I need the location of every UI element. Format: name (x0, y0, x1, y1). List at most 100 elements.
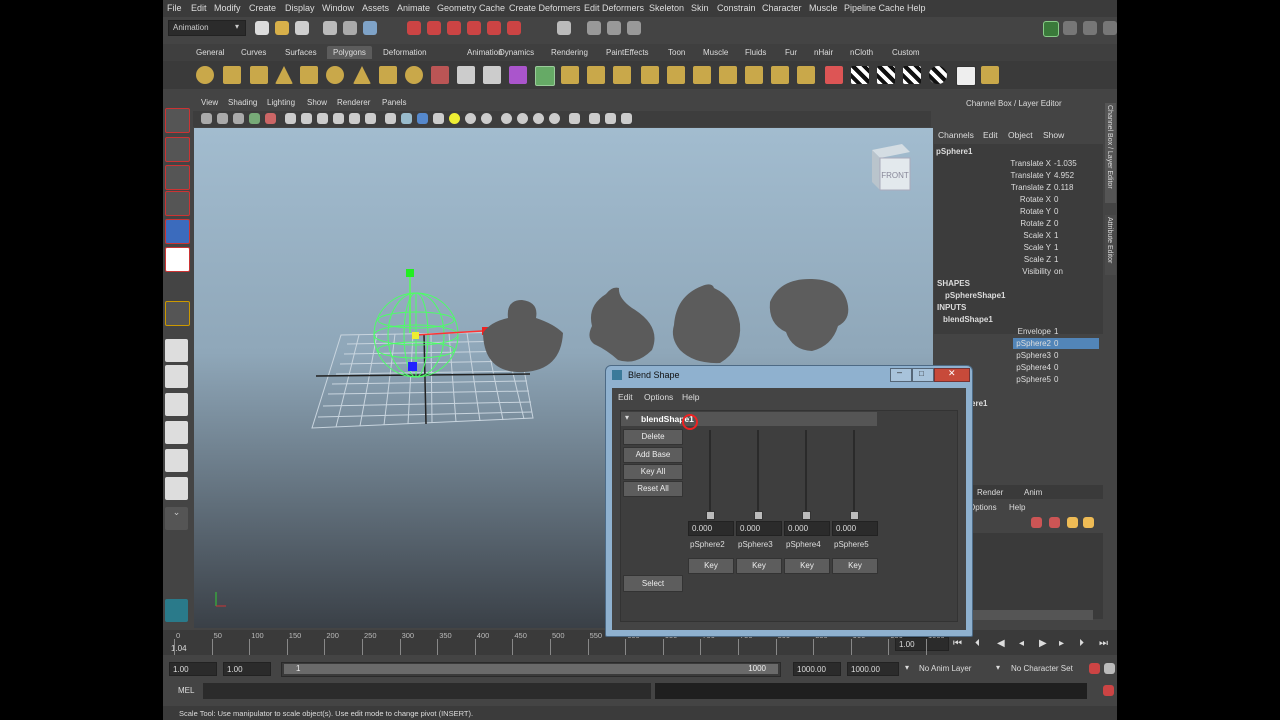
tab-fur[interactable]: Fur (779, 46, 803, 59)
scale-handle-center[interactable] (412, 332, 419, 339)
bridge-icon[interactable] (587, 66, 605, 84)
tab-dynamics[interactable]: Dynamics (493, 46, 540, 59)
menu-display[interactable]: Display (285, 3, 315, 13)
scale-handle-y[interactable] (406, 269, 414, 277)
menu-file[interactable]: File (167, 3, 182, 13)
animation-preferences-icon[interactable] (1104, 663, 1115, 674)
layer-tab-render[interactable]: Render (977, 488, 1003, 497)
attribute-editor-toggle-icon[interactable] (1063, 21, 1077, 35)
snap-surface-icon[interactable] (487, 21, 501, 35)
safe-action-icon[interactable] (365, 113, 376, 124)
key-button[interactable]: Key (688, 558, 734, 574)
persp-outliner-layout-icon[interactable] (165, 449, 188, 472)
minimize-button[interactable]: – (890, 367, 912, 382)
layer-tab-anim[interactable]: Anim (1024, 488, 1042, 497)
wedge-icon[interactable] (797, 66, 815, 84)
panel-menu-view[interactable]: View (201, 98, 218, 107)
render-settings-icon[interactable] (627, 21, 641, 35)
menu-animate[interactable]: Animate (397, 3, 430, 13)
mirror-icon[interactable] (825, 66, 843, 84)
auto-key-icon[interactable] (1089, 663, 1100, 674)
snap-grid-icon[interactable] (407, 21, 421, 35)
panel-menu-shading[interactable]: Shading (228, 98, 257, 107)
menu-skeleton[interactable]: Skeleton (649, 3, 684, 13)
single-pane-layout-icon[interactable] (165, 339, 188, 362)
reset-all-button[interactable]: Reset All (623, 481, 683, 497)
collapse-icon[interactable] (771, 66, 789, 84)
weight-slider-track[interactable] (805, 430, 807, 514)
input-attr-value[interactable]: 0 (1054, 363, 1058, 372)
offset-edge-loop-icon[interactable] (693, 66, 711, 84)
uv-editor-icon[interactable] (956, 66, 976, 86)
ipr-render-icon[interactable] (607, 21, 621, 35)
key-all-button[interactable]: Key All (623, 464, 683, 480)
start-time-field[interactable]: 1.00 (169, 662, 217, 676)
camera-select-icon[interactable] (201, 113, 212, 124)
rotate-tool-icon[interactable] (165, 219, 190, 244)
target-shape-psphere2[interactable] (483, 300, 563, 373)
channel-attr-name[interactable]: Translate X (993, 159, 1051, 168)
anim-layer-selector[interactable]: No Anim Layer (919, 664, 971, 673)
layer-order-icon[interactable] (1083, 517, 1094, 528)
side-tab-channel-box[interactable]: Channel Box / Layer Editor (1105, 103, 1116, 203)
channel-attr-value[interactable]: 1 (1054, 243, 1058, 252)
tab-polygons[interactable]: Polygons (327, 46, 372, 59)
select-component-icon[interactable] (363, 21, 377, 35)
input-attr-value[interactable]: 0 (1054, 339, 1058, 348)
field-chart-icon[interactable] (349, 113, 360, 124)
uv-cylindrical-icon[interactable] (877, 66, 895, 84)
shadows-icon[interactable] (465, 113, 476, 124)
dialog-menu-edit[interactable]: Edit (618, 392, 633, 402)
tab-fluids[interactable]: Fluids (739, 46, 772, 59)
menu-assets[interactable]: Assets (362, 3, 389, 13)
channel-attr-value[interactable]: 0.118 (1054, 183, 1073, 192)
channel-attr-value[interactable]: 4.952 (1054, 171, 1074, 180)
scale-handle-z[interactable] (408, 362, 417, 371)
channel-box-toggle-icon[interactable] (1103, 21, 1117, 35)
input-attr-value[interactable]: 0 (1054, 375, 1058, 384)
camera-attributes-icon[interactable] (217, 113, 228, 124)
weight-slider-track[interactable] (853, 430, 855, 514)
two-d-pan-zoom-icon[interactable] (265, 113, 276, 124)
xray-joints-icon[interactable] (517, 113, 528, 124)
view-cube[interactable]: FRONT (872, 144, 911, 191)
range-slider-track[interactable]: 1 1000 (281, 662, 781, 677)
channels-edit-menu[interactable]: Edit (983, 130, 998, 140)
side-tab-attribute-editor[interactable]: Attribute Editor (1105, 215, 1116, 275)
new-layer-selected-icon[interactable] (1049, 517, 1060, 528)
tab-rendering[interactable]: Rendering (545, 46, 594, 59)
channel-attr-name[interactable]: Translate Z (993, 183, 1051, 192)
tab-curves[interactable]: Curves (235, 46, 272, 59)
outliner-layout-icon[interactable] (165, 393, 188, 416)
snap-curve-icon[interactable] (427, 21, 441, 35)
channels-menu[interactable]: Channels (938, 130, 974, 140)
frame-selection-icon[interactable] (605, 113, 616, 124)
anim-layer-key-icon[interactable]: ▾ (905, 663, 909, 672)
go-to-end-icon[interactable]: ⏭ (1099, 638, 1108, 649)
smooth-icon[interactable] (509, 66, 527, 84)
uv-automatic-icon[interactable] (929, 66, 947, 84)
layer-scrollbar[interactable] (973, 610, 1093, 620)
merge-icon[interactable] (745, 66, 763, 84)
bevel-icon[interactable] (719, 66, 737, 84)
weight-field[interactable]: 0.000 (688, 521, 734, 536)
poly-cube-icon[interactable] (223, 66, 241, 84)
script-editor-icon[interactable] (1103, 685, 1114, 696)
persp-graph-layout-icon[interactable] (165, 421, 188, 444)
menu-skin[interactable]: Skin (691, 3, 709, 13)
play-backward-icon[interactable]: ◂ (1019, 638, 1024, 649)
maximize-button[interactable]: □ (912, 368, 934, 382)
weight-slider-track[interactable] (709, 430, 711, 514)
select-button[interactable]: Select (623, 575, 683, 592)
layout-uvs-icon[interactable] (981, 66, 999, 84)
history-icon[interactable] (557, 21, 571, 35)
resolution-gate-icon[interactable] (317, 113, 328, 124)
poly-pipe-icon[interactable] (379, 66, 397, 84)
bookmark-icon[interactable] (233, 113, 244, 124)
poly-soccer-ball-icon[interactable] (405, 66, 423, 84)
wireframe-on-shaded-icon[interactable] (417, 113, 428, 124)
tab-ncloth[interactable]: nCloth (844, 46, 879, 59)
sidebar-toggle-icon[interactable] (1043, 21, 1059, 37)
ambient-occlusion-icon[interactable] (481, 113, 492, 124)
mode-selector[interactable]: Animation ▾ (168, 20, 246, 36)
